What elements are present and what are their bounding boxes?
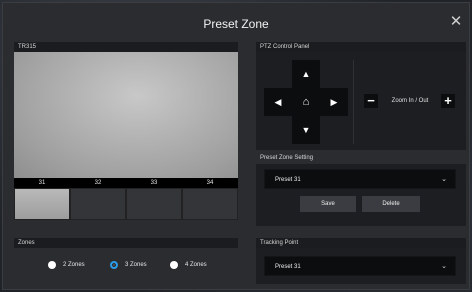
home-icon: ⌂ xyxy=(302,96,310,108)
ptz-panel-header: PTZ Control Panel xyxy=(256,42,466,52)
dialog-title: Preset Zone xyxy=(203,17,269,31)
preset-zone-setting-header: Preset Zone Setting xyxy=(260,155,314,161)
preset-thumbnail-34[interactable] xyxy=(182,188,238,220)
pan-down-button[interactable]: ▼ xyxy=(292,116,320,144)
preset-label: 33 xyxy=(150,180,158,186)
preset-zone-select[interactable]: Preset 31 ⌄ xyxy=(264,169,456,189)
delete-button[interactable]: Delete xyxy=(362,196,420,212)
camera-preview xyxy=(14,52,238,178)
zones-header: Zones xyxy=(14,238,238,248)
arrow-up-icon: ▲ xyxy=(301,69,311,79)
camera-name-header: TR315 xyxy=(14,42,238,52)
home-button[interactable]: ⌂ xyxy=(292,88,320,116)
chevron-down-icon: ⌄ xyxy=(441,263,447,270)
arrow-down-icon: ▼ xyxy=(301,125,311,135)
zones-option-3[interactable]: 3 Zones xyxy=(110,261,147,269)
tracking-point-selected-value: Preset 31 xyxy=(275,264,301,270)
ptz-divider xyxy=(353,60,354,144)
tracking-point-select[interactable]: Preset 31 ⌄ xyxy=(264,256,456,276)
arrow-left-icon: ◀ xyxy=(274,96,282,107)
preset-label: 34 xyxy=(206,180,214,186)
zones-panel: 2 Zones 3 Zones 4 Zones xyxy=(14,248,238,282)
preset-thumbnail-33[interactable] xyxy=(126,188,182,220)
chevron-down-icon: ⌄ xyxy=(441,176,447,183)
preset-thumbnail-31[interactable] xyxy=(14,188,70,220)
pan-left-button[interactable]: ◀ xyxy=(264,88,292,116)
zoom-out-button[interactable]: − xyxy=(364,94,378,108)
preset-zone-selected-value: Preset 31 xyxy=(275,177,301,183)
arrow-right-icon: ▶ xyxy=(330,96,338,107)
preset-thumbnails xyxy=(14,188,238,220)
preset-label: 31 xyxy=(38,180,46,186)
zones-option-label: 3 Zones xyxy=(125,262,147,268)
radio-icon xyxy=(170,261,178,269)
radio-icon xyxy=(48,261,56,269)
pan-right-button[interactable]: ▶ xyxy=(320,88,348,116)
zones-option-2[interactable]: 2 Zones xyxy=(48,261,85,269)
zoom-label: Zoom In / Out xyxy=(391,98,429,104)
radio-checked-icon xyxy=(110,261,118,269)
save-button[interactable]: Save xyxy=(300,196,356,212)
preset-thumbnail-labels: 31 32 33 34 xyxy=(14,178,238,188)
close-icon[interactable]: ✕ xyxy=(449,14,463,29)
zones-option-label: 2 Zones xyxy=(63,262,85,268)
zones-option-4[interactable]: 4 Zones xyxy=(170,261,207,269)
preset-thumbnail-32[interactable] xyxy=(70,188,126,220)
zoom-in-button[interactable]: + xyxy=(441,94,455,108)
pan-up-button[interactable]: ▲ xyxy=(292,60,320,88)
preset-label: 32 xyxy=(94,180,102,186)
tracking-point-header: Tracking Point xyxy=(256,238,466,248)
zones-option-label: 4 Zones xyxy=(185,262,207,268)
